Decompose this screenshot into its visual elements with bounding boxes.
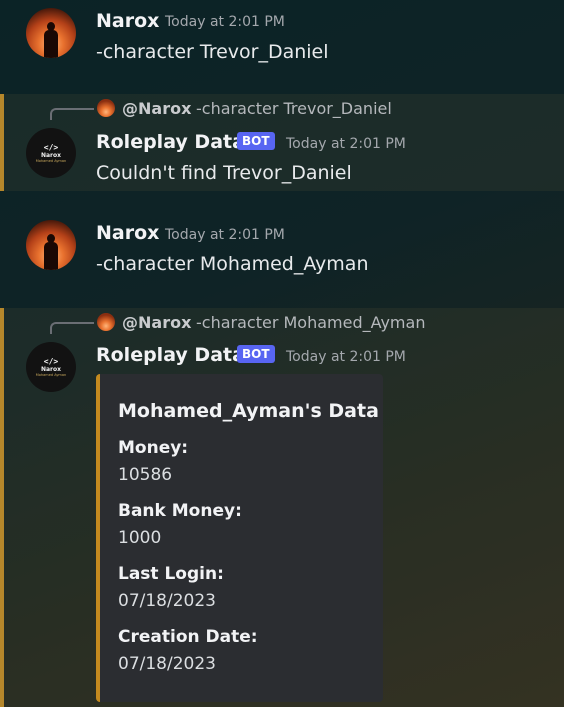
message-timestamp: Today at 2:01 PM (286, 136, 406, 152)
message-author[interactable]: Narox (96, 222, 159, 244)
message-author[interactable]: Roleplay Data (96, 131, 245, 153)
message-content: -character Mohamed_Ayman (96, 253, 369, 275)
reply-preview[interactable]: -character Trevor_Daniel (196, 99, 392, 118)
reply-connector (50, 108, 94, 120)
embed-field-value: 07/18/2023 (118, 654, 216, 674)
reply-username[interactable]: @Narox (122, 99, 191, 118)
user-avatar[interactable] (26, 8, 76, 58)
bot-badge: BOT (237, 132, 275, 150)
reply-avatar (97, 313, 115, 331)
embed-field-value: 07/18/2023 (118, 591, 216, 611)
bot-logo-subtitle: Mohamed Ayman (35, 372, 67, 377)
reply-connector (50, 322, 94, 334)
message-bot-reply-1: @Narox -character Trevor_Daniel </> Naro… (0, 94, 564, 191)
bot-logo-title: Narox (40, 365, 62, 373)
message-narox-2: Narox Today at 2:01 PM -character Mohame… (0, 196, 564, 308)
embed-field-name: Creation Date: (118, 627, 258, 647)
message-timestamp: Today at 2:01 PM (286, 349, 406, 365)
message-timestamp: Today at 2:01 PM (165, 14, 285, 30)
bot-logo-code: </> (43, 142, 59, 152)
bot-logo-subtitle: Mohamed Ayman (35, 158, 67, 163)
bot-logo-title: Narox (40, 151, 62, 159)
embed-field-name: Bank Money: (118, 501, 242, 521)
message-content: Couldn't find Trevor_Daniel (96, 162, 352, 184)
message-author[interactable]: Roleplay Data (96, 344, 245, 366)
reply-avatar (97, 99, 115, 117)
message-content: -character Trevor_Daniel (96, 41, 329, 63)
bot-badge: BOT (237, 345, 275, 363)
embed-field-value: 10586 (118, 465, 173, 485)
bot-avatar[interactable]: </> Narox Mohamed Ayman (26, 128, 76, 178)
bot-avatar[interactable]: </> Narox Mohamed Ayman (26, 342, 76, 392)
embed-field-value: 1000 (118, 528, 162, 548)
reply-username[interactable]: @Narox (122, 313, 191, 332)
message-author[interactable]: Narox (96, 10, 159, 32)
embed-field-name: Money: (118, 438, 189, 458)
embed-title: Mohamed_Ayman's Data (118, 400, 379, 422)
message-narox-1: Narox Today at 2:01 PM -character Trevor… (0, 0, 564, 92)
message-timestamp: Today at 2:01 PM (165, 227, 285, 243)
data-embed: Mohamed_Ayman's Data Money: 10586 Bank M… (96, 374, 383, 702)
embed-field-name: Last Login: (118, 564, 224, 584)
bot-logo-code: </> (43, 356, 59, 366)
reply-preview[interactable]: -character Mohamed_Ayman (196, 313, 425, 332)
user-avatar[interactable] (26, 220, 76, 270)
